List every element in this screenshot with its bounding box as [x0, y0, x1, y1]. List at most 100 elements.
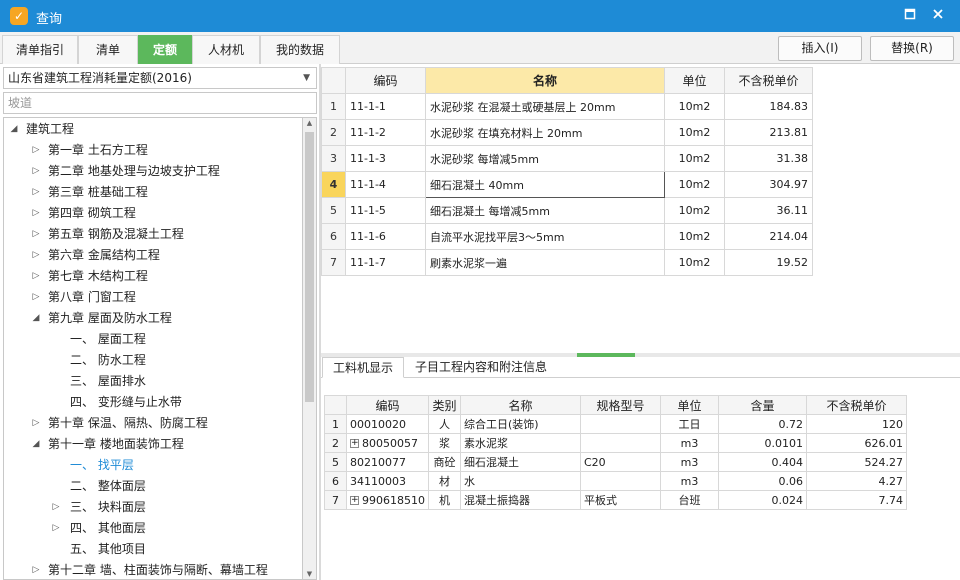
expand-toggle-icon[interactable]: ▷ [30, 560, 42, 579]
cell-quantity[interactable]: 0.404 [718, 452, 807, 472]
cell-unit[interactable]: 10m2 [664, 223, 725, 250]
expand-toggle-icon[interactable]: ▷ [30, 203, 42, 224]
tree-item[interactable]: ▷ 第十章 保温、隔热、防腐工程 [4, 413, 302, 434]
expand-toggle-icon[interactable]: ▷ [30, 245, 42, 266]
maximize-icon[interactable] [900, 6, 920, 26]
cell-category[interactable]: 机 [428, 490, 461, 510]
collapse-toggle-icon[interactable]: ◢ [30, 434, 42, 455]
search-input[interactable]: 坡道 [3, 92, 317, 114]
cell-quantity[interactable]: 0.72 [718, 414, 807, 434]
table-row[interactable]: 1 00010020 人综合工日(装饰) 工日 0.72 120 [324, 414, 907, 434]
expand-plus-icon[interactable]: + [350, 496, 359, 505]
tree-item[interactable]: ▷ 第一章 土石方工程 [4, 140, 302, 161]
tab-resource-display[interactable]: 工料机显示 [322, 357, 405, 378]
cell-name[interactable]: 细石混凝土 [460, 452, 581, 472]
tab-work-content-notes[interactable]: 子目工程内容和附注信息 [405, 357, 557, 378]
cell-name[interactable]: 素水泥浆 [460, 433, 581, 453]
expand-toggle-icon[interactable]: ▷ [50, 497, 62, 518]
tree-item[interactable]: 五、 其他项目 [4, 539, 302, 560]
cell-spec[interactable]: C20 [580, 452, 661, 472]
expand-toggle-icon[interactable]: ▷ [30, 161, 42, 182]
column-header-code[interactable]: 编码 [346, 395, 429, 415]
cell-spec[interactable] [580, 471, 661, 491]
tree-item[interactable]: 一、 屋面工程 [4, 329, 302, 350]
row-number[interactable]: 6 [321, 223, 346, 250]
tab-bill-guide[interactable]: 清单指引 [2, 35, 78, 64]
cell-name[interactable]: 自流平水泥找平层3～5mm [425, 223, 665, 250]
table-row[interactable]: 6 11-1-6 自流平水泥找平层3～5mm 10m2 214.04 [321, 223, 813, 250]
cell-unit[interactable]: m3 [660, 452, 719, 472]
cell-name[interactable]: 水泥砂浆 在填充材料上 20mm [425, 119, 665, 146]
cell-price[interactable]: 214.04 [724, 223, 813, 250]
cell-code[interactable]: 11-1-5 [345, 197, 426, 224]
cell-price[interactable]: 7.74 [806, 490, 907, 510]
collapse-toggle-icon[interactable]: ◢ [8, 119, 20, 140]
tab-my-data[interactable]: 我的数据 [260, 35, 340, 64]
cell-category[interactable]: 商砼 [428, 452, 461, 472]
row-number[interactable]: 2 [321, 119, 346, 146]
cell-name[interactable]: 水 [460, 471, 581, 491]
tree-item[interactable]: ▷ 第八章 门窗工程 [4, 287, 302, 308]
cell-price[interactable]: 19.52 [724, 249, 813, 276]
cell-price[interactable]: 524.27 [806, 452, 907, 472]
column-header-unit[interactable]: 单位 [660, 395, 719, 415]
cell-unit[interactable]: 10m2 [664, 197, 725, 224]
cell-unit[interactable]: 10m2 [664, 119, 725, 146]
expand-toggle-icon[interactable]: ▷ [50, 518, 62, 539]
cell-unit[interactable]: m3 [660, 471, 719, 491]
cell-category[interactable]: 人 [428, 414, 461, 434]
expand-plus-icon[interactable]: + [350, 439, 359, 448]
column-header-name[interactable]: 名称 [425, 67, 665, 94]
cell-code[interactable]: 11-1-3 [345, 145, 426, 172]
column-header-price[interactable]: 不含税单价 [806, 395, 907, 415]
expand-toggle-icon[interactable]: ▷ [30, 140, 42, 161]
cell-code[interactable]: 11-1-4 [345, 171, 426, 198]
tree-item[interactable]: ▷ 三、 块料面层 [4, 497, 302, 518]
cell-code[interactable]: 11-1-1 [345, 93, 426, 120]
table-row[interactable]: 6 34110003 材水 m3 0.06 4.27 [324, 471, 907, 491]
cell-unit[interactable]: m3 [660, 433, 719, 453]
row-number[interactable]: 5 [321, 197, 346, 224]
table-row[interactable]: 1 11-1-1 水泥砂浆 在混凝土或硬基层上 20mm 10m2 184.83 [321, 93, 813, 120]
cell-name[interactable]: 水泥砂浆 每增减5mm [425, 145, 665, 172]
cell-name[interactable]: 混凝土振捣器 [460, 490, 581, 510]
tree-item[interactable]: 一、 找平层 [4, 455, 302, 476]
column-header-price[interactable]: 不含税单价 [724, 67, 813, 94]
cell-price[interactable]: 626.01 [806, 433, 907, 453]
tree-item[interactable]: ▷ 第十二章 墙、柱面装饰与隔断、幕墙工程 [4, 560, 302, 579]
tree-item[interactable]: 四、 变形缝与止水带 [4, 392, 302, 413]
cell-quantity[interactable]: 0.0101 [718, 433, 807, 453]
cell-price[interactable]: 213.81 [724, 119, 813, 146]
column-header-spec[interactable]: 规格型号 [580, 395, 661, 415]
tree-scrollbar[interactable]: ▲ ▼ [303, 117, 317, 580]
column-header-name[interactable]: 名称 [460, 395, 581, 415]
cell-unit[interactable]: 10m2 [664, 93, 725, 120]
cell-spec[interactable] [580, 433, 661, 453]
tree-item[interactable]: ▷ 第六章 金属结构工程 [4, 245, 302, 266]
tab-quota[interactable]: 定额 [138, 35, 192, 64]
cell-name[interactable]: 细石混凝土 每增减5mm [425, 197, 665, 224]
cell-name[interactable]: 水泥砂浆 在混凝土或硬基层上 20mm [425, 93, 665, 120]
cell-code[interactable]: 80210077 [346, 452, 429, 472]
row-number[interactable]: 2 [324, 433, 347, 453]
cell-price[interactable]: 304.97 [724, 171, 813, 198]
row-number[interactable]: 1 [324, 414, 347, 434]
cell-code[interactable]: 11-1-2 [345, 119, 426, 146]
table-row[interactable]: 2 +80050057 浆素水泥浆 m3 0.0101 626.01 [324, 433, 907, 453]
tree-item[interactable]: 二、 防水工程 [4, 350, 302, 371]
tree-item[interactable]: 二、 整体面层 [4, 476, 302, 497]
scroll-thumb[interactable] [305, 132, 314, 402]
tree-item[interactable]: 三、 屋面排水 [4, 371, 302, 392]
table-row[interactable]: 5 80210077 商砼 细石混凝土 C20 m3 0.404 524.27 [324, 452, 907, 472]
tree-item[interactable]: ▷ 第五章 钢筋及混凝土工程 [4, 224, 302, 245]
close-icon[interactable] [928, 6, 948, 26]
replace-button[interactable]: 替换(R) [870, 36, 954, 61]
expand-toggle-icon[interactable]: ▷ [30, 182, 42, 203]
cell-spec[interactable]: 平板式 [580, 490, 661, 510]
cell-unit[interactable]: 工日 [660, 414, 719, 434]
scroll-up-icon[interactable]: ▲ [303, 119, 316, 127]
cell-unit[interactable]: 10m2 [664, 249, 725, 276]
table-row[interactable]: 7 +990618510 机混凝土振捣器 平板式 台班 0.024 7.74 [324, 490, 907, 510]
cell-unit[interactable]: 10m2 [664, 171, 725, 198]
cell-code[interactable]: +990618510 [346, 490, 429, 510]
